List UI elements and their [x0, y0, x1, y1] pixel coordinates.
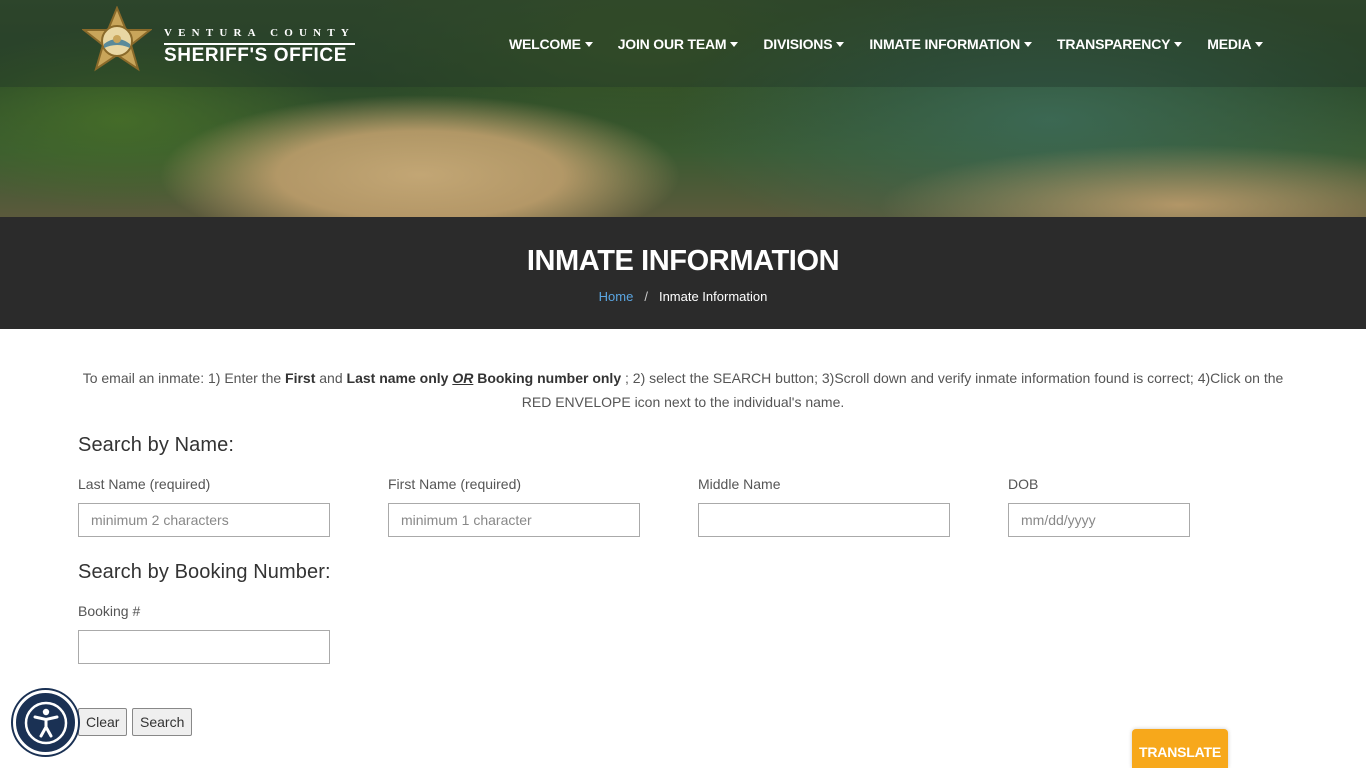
translate-button[interactable]: TRANSLATE — [1132, 729, 1228, 768]
nav-item-welcome[interactable]: WELCOME — [509, 34, 593, 54]
dob-label: DOB — [1008, 476, 1039, 492]
page-title-band: INMATE INFORMATION Home / Inmate Informati… — [0, 217, 1366, 329]
booking-number-label: Booking # — [78, 603, 141, 619]
email-instructions: To email an inmate: 1) Enter the First a… — [80, 366, 1286, 414]
instructions-bold-last-name: Last name only — [346, 370, 449, 386]
nav-item-label: TRANSPARENCY — [1057, 36, 1171, 52]
first-name-input[interactable] — [388, 503, 640, 537]
breadcrumb: Home / Inmate Information — [0, 289, 1366, 304]
caret-down-icon — [1255, 41, 1264, 47]
dob-input[interactable] — [1008, 503, 1190, 537]
sheriff-star-icon — [82, 6, 152, 72]
nav-item-label: MEDIA — [1207, 36, 1252, 52]
logo-office-text: SHERIFF'S OFFICE — [164, 45, 348, 66]
accessibility-button[interactable] — [13, 690, 78, 755]
breadcrumb-current: Inmate Information — [658, 289, 768, 304]
caret-down-icon — [584, 41, 593, 47]
last-name-input[interactable] — [78, 503, 330, 537]
nav-item-transparency[interactable]: TRANSPARENCY — [1057, 34, 1183, 54]
first-name-label: First Name (required) — [388, 476, 522, 492]
page-title: INMATE INFORMATION — [526, 245, 840, 277]
hero-banner: VENTURA COUNTY SHERIFF'S OFFICE WELCOME … — [0, 0, 1366, 217]
instructions-bold-first: First — [285, 370, 316, 386]
middle-name-input[interactable] — [698, 503, 950, 537]
instructions-or: OR — [452, 370, 474, 386]
caret-down-icon — [836, 41, 845, 47]
caret-down-icon — [1174, 41, 1183, 47]
sheriff-badge-logo[interactable] — [82, 6, 152, 82]
logo-county-text: VENTURA COUNTY — [164, 26, 356, 45]
last-name-label: Last Name (required) — [78, 476, 211, 492]
clear-button[interactable]: Clear — [78, 708, 128, 736]
nav-item-label: JOIN OUR TEAM — [617, 36, 727, 52]
nav-item-divisions[interactable]: DIVISIONS — [763, 34, 845, 54]
logo-wordmark[interactable]: VENTURA COUNTY SHERIFF'S OFFICE — [164, 26, 356, 67]
nav-item-label: DIVISIONS — [763, 36, 833, 52]
nav-item-label: WELCOME — [509, 36, 581, 52]
nav-item-inmate-information[interactable]: INMATE INFORMATION — [869, 34, 1032, 54]
caret-down-icon — [730, 41, 739, 47]
breadcrumb-home-link[interactable]: Home — [599, 289, 634, 304]
main-nav: WELCOME JOIN OUR TEAM DIVISIONS INMATE I… — [509, 34, 1264, 54]
nav-item-label: INMATE INFORMATION — [869, 36, 1020, 52]
search-button[interactable]: Search — [132, 708, 193, 736]
caret-down-icon — [1024, 41, 1032, 47]
instructions-text: ; 2) select the SEARCH button; 3)Scroll … — [521, 370, 1284, 410]
nav-item-media[interactable]: MEDIA — [1207, 34, 1264, 54]
instructions-text: To email an inmate: 1) Enter the — [82, 370, 286, 386]
nav-item-join-our-team[interactable]: JOIN OUR TEAM — [618, 34, 739, 54]
search-by-name-title: Search by Name: — [78, 434, 235, 456]
middle-name-label: Middle Name — [698, 476, 781, 492]
accessibility-icon — [24, 701, 67, 744]
breadcrumb-separator: / — [644, 289, 648, 304]
search-by-booking-title: Search by Booking Number: — [78, 561, 331, 583]
instructions-bold-booking: Booking number only — [477, 370, 622, 386]
instructions-text: and — [315, 370, 347, 386]
booking-number-input[interactable] — [78, 630, 330, 664]
